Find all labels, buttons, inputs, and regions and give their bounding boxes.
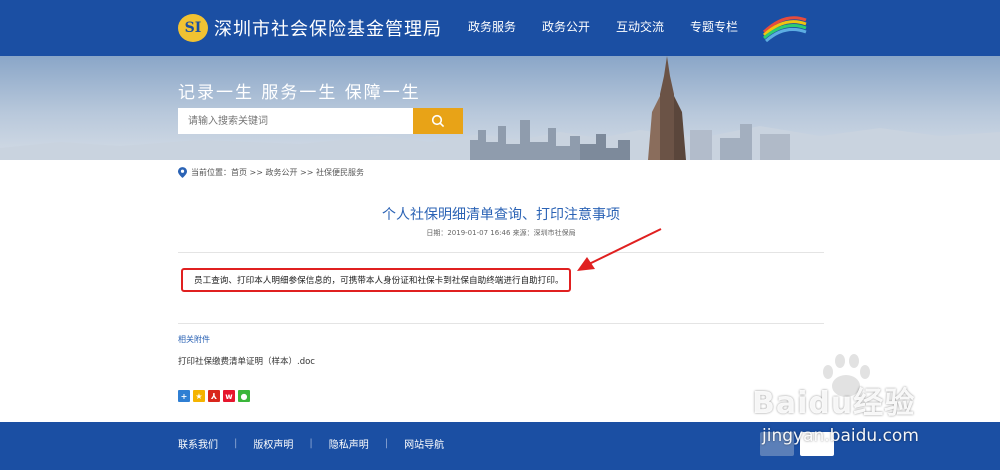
attachments-heading: 相关附件 — [178, 335, 210, 344]
footer-separator: | — [309, 438, 313, 449]
article-title: 个人社保明细清单查询、打印注意事项 — [382, 207, 620, 223]
nav-item-interaction[interactable]: 互动交流 — [616, 18, 664, 35]
share-bar: + ★ ⅄ w ● — [178, 390, 253, 402]
site-header: SI 深圳市社会保险基金管理局 政务服务 政务公开 互动交流 专题专栏 — [0, 0, 1000, 56]
site-title: 深圳市社会保险基金管理局 — [214, 19, 442, 40]
nav-item-services[interactable]: 政务服务 — [468, 18, 516, 35]
nav-item-disclosure[interactable]: 政务公开 — [542, 18, 590, 35]
hero-slogan: 记录一生 服务一生 保障一生 — [178, 83, 421, 103]
rainbow-emblem-icon[interactable] — [760, 12, 810, 42]
footer-link-privacy[interactable]: 隐私声明 — [329, 436, 369, 451]
footer-links: 联系我们 | 版权声明 | 隐私声明 | 网站导航 — [178, 436, 444, 451]
content-divider — [178, 323, 824, 324]
breadcrumb-text[interactable]: 当前位置：首页 >> 政务公开 >> 社保便民服务 — [191, 167, 364, 178]
pdf-share-icon[interactable]: ⅄ — [208, 390, 220, 402]
logo-mark: SI — [178, 14, 208, 42]
search-icon — [431, 114, 445, 128]
breadcrumb: 当前位置：首页 >> 政务公开 >> 社保便民服务 — [178, 167, 364, 178]
weibo-icon[interactable]: w — [223, 390, 235, 402]
red-arrow-annotation — [577, 228, 662, 271]
hero-banner: 记录一生 服务一生 保障一生 — [0, 56, 1000, 160]
qzone-icon[interactable]: ★ — [193, 390, 205, 402]
location-pin-icon — [178, 167, 187, 178]
article-meta: 日期：2019-01-07 16:46 来源：深圳市社保局 — [426, 229, 576, 237]
search-button[interactable] — [413, 108, 463, 134]
footer-link-copyright[interactable]: 版权声明 — [253, 436, 293, 451]
wechat-icon[interactable]: ● — [238, 390, 250, 402]
footer-separator: | — [384, 438, 389, 449]
baidu-watermark: Baidu经验 — [752, 386, 916, 421]
attachment-link[interactable]: 打印社保缴费清单证明（样本）.doc — [178, 355, 315, 367]
baidu-watermark-url: jingyan.baidu.com — [762, 426, 919, 446]
footer-link-sitemap[interactable]: 网站导航 — [404, 436, 444, 451]
add-share-icon[interactable]: + — [178, 390, 190, 402]
search-input[interactable] — [178, 108, 414, 134]
title-divider — [178, 252, 824, 253]
main-nav: 政务服务 政务公开 互动交流 专题专栏 — [468, 18, 764, 35]
site-logo[interactable]: SI 深圳市社会保险基金管理局 — [178, 14, 442, 42]
city-skyline-image — [0, 56, 1000, 160]
footer-separator: | — [234, 438, 238, 449]
footer-link-contact[interactable]: 联系我们 — [178, 436, 218, 451]
nav-item-topics[interactable]: 专题专栏 — [690, 18, 738, 35]
article-body: 员工查询、打印本人明细参保信息的，可携带本人身份证和社保卡到社保自助终端进行自助… — [194, 276, 564, 286]
